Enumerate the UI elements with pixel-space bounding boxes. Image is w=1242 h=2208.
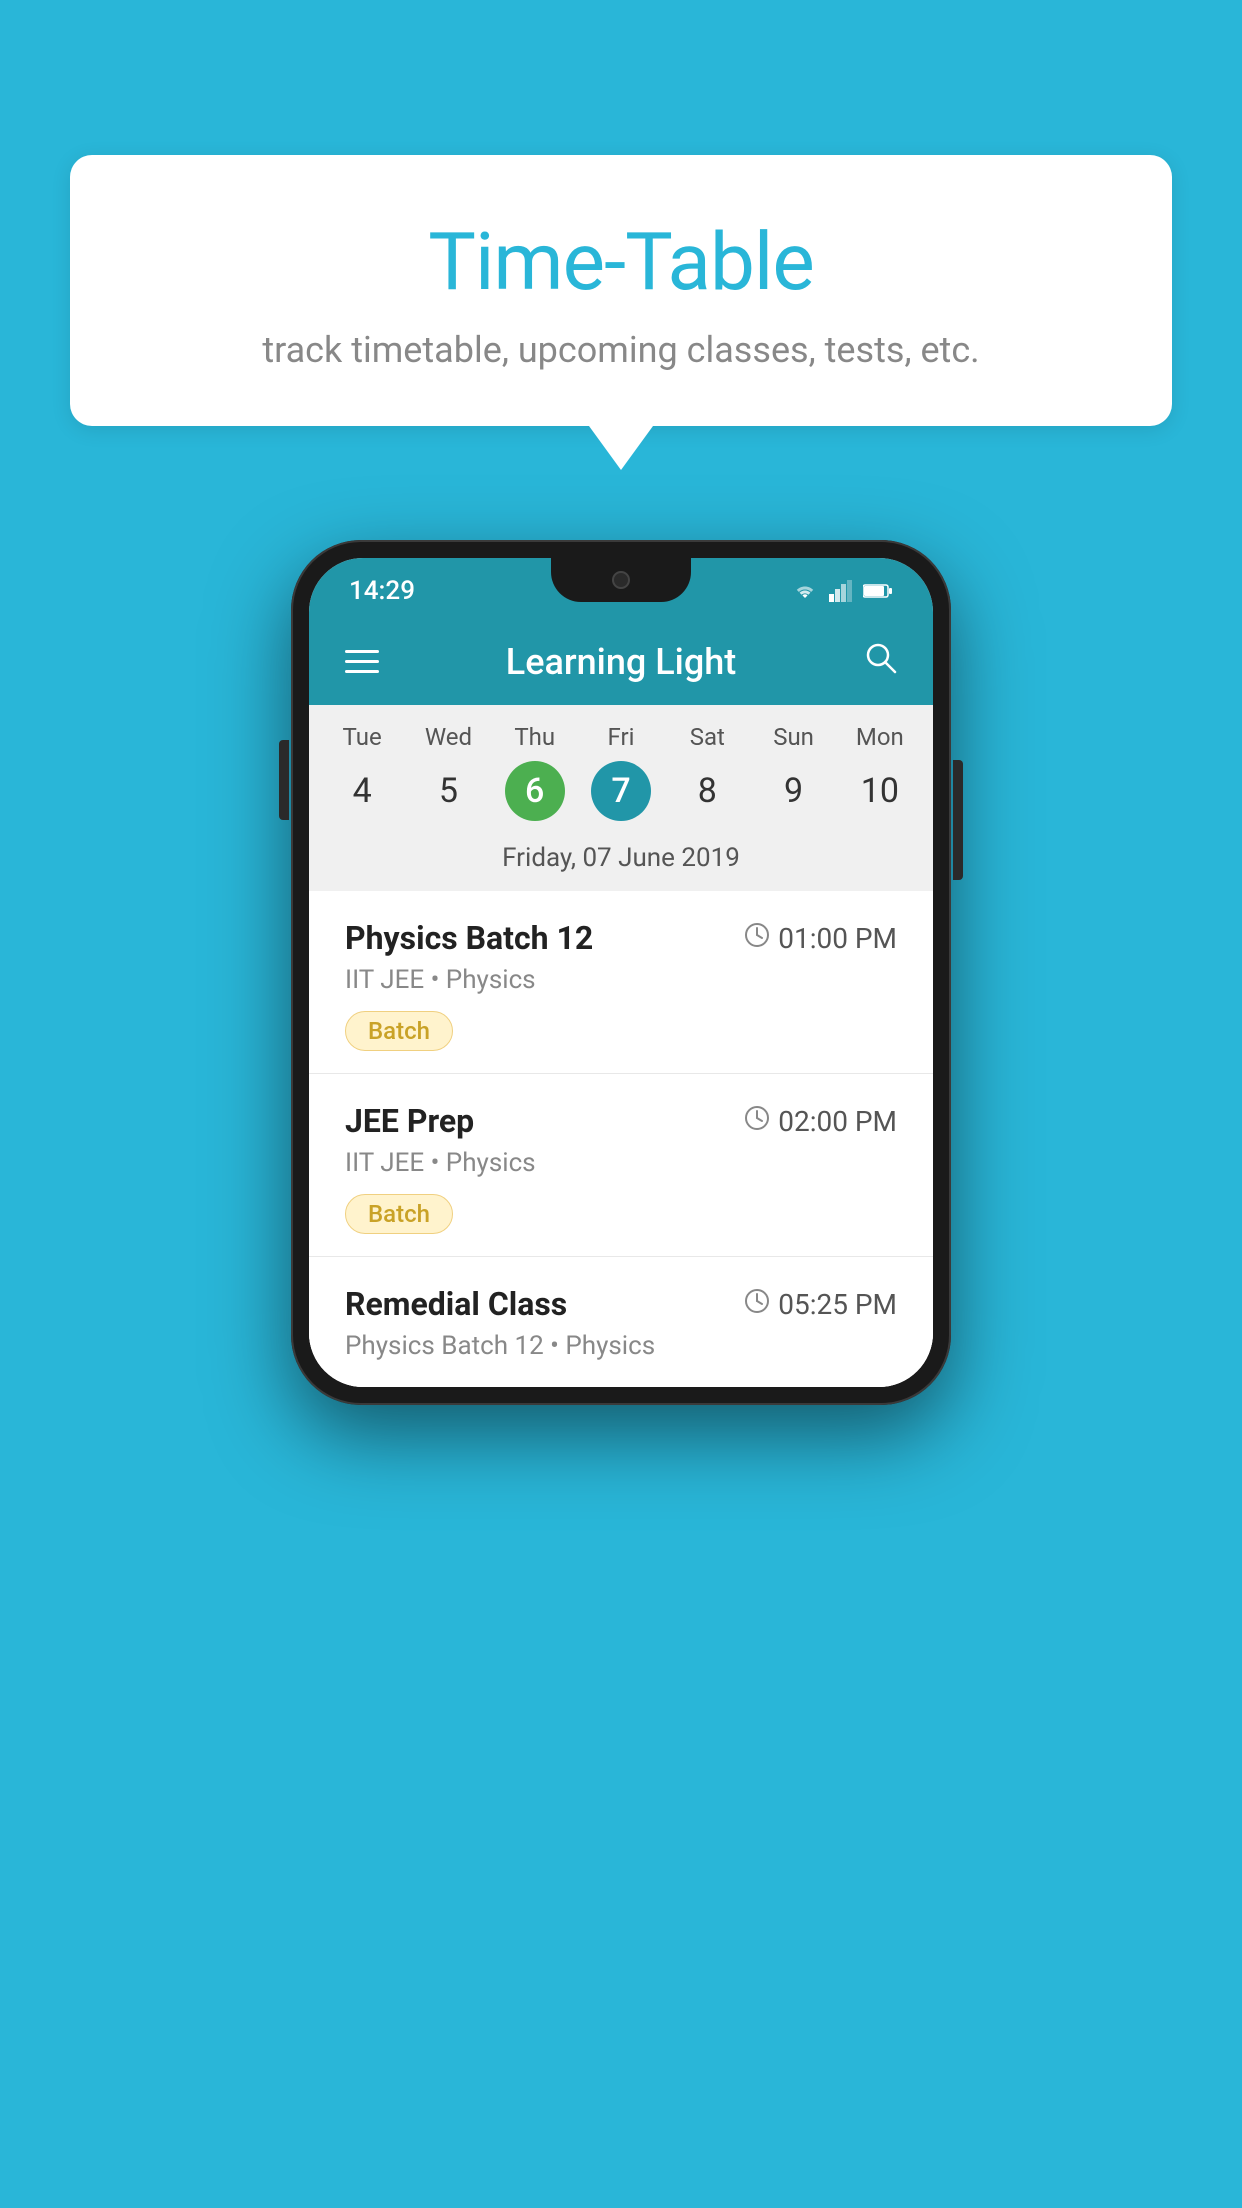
phone-outer-shell: 14:29 [291,540,951,1405]
schedule-item-1-header: Physics Batch 12 01:00 PM [345,919,897,957]
schedule-item-1-title: Physics Batch 12 [345,919,593,957]
day-header-fri: Fri [578,723,664,751]
app-title: Learning Light [506,641,736,683]
clock-icon-1 [744,922,770,955]
schedule-item-2[interactable]: JEE Prep 02:00 PM [309,1074,933,1257]
clock-icon-2 [744,1105,770,1138]
search-icon[interactable] [863,640,897,683]
day-header-sat: Sat [664,723,750,751]
schedule-item-3[interactable]: Remedial Class 05:25 PM [309,1257,933,1387]
schedule-item-2-subtitle: IIT JEE • Physics [345,1148,897,1178]
schedule-item-2-time-text: 02:00 PM [778,1105,897,1138]
bubble-title: Time-Table [120,215,1122,309]
day-8[interactable]: 8 [677,761,737,821]
status-icons [791,580,893,602]
hamburger-line-2 [345,660,379,663]
app-bar: Learning Light [309,618,933,705]
schedule-item-1-time: 01:00 PM [744,922,897,955]
clock-icon-3 [744,1288,770,1321]
day-10[interactable]: 10 [850,761,910,821]
schedule-item-1-time-text: 01:00 PM [778,922,897,955]
calendar-strip: Tue Wed Thu Fri Sat Sun Mon 4 5 6 7 8 9 … [309,705,933,891]
day-5[interactable]: 5 [418,761,478,821]
schedule-item-3-time-text: 05:25 PM [778,1288,897,1321]
day-header-tue: Tue [319,723,405,751]
phone-notch [551,558,691,602]
battery-icon [863,583,893,599]
calendar-date-label: Friday, 07 June 2019 [319,833,923,891]
day-header-mon: Mon [837,723,923,751]
signal-icon [829,580,853,602]
day-numbers: 4 5 6 7 8 9 10 [319,761,923,821]
camera-dot [612,571,630,589]
hamburger-line-3 [345,670,379,673]
schedule-item-2-time: 02:00 PM [744,1105,897,1138]
status-bar: 14:29 [309,558,933,618]
schedule-list: Physics Batch 12 01:00 PM [309,891,933,1387]
hamburger-menu-button[interactable] [345,650,379,673]
day-9[interactable]: 9 [764,761,824,821]
day-header-wed: Wed [405,723,491,751]
schedule-item-3-subtitle: Physics Batch 12 • Physics [345,1331,897,1361]
day-4[interactable]: 4 [332,761,392,821]
speech-bubble-tail [589,426,653,470]
schedule-item-2-title: JEE Prep [345,1102,474,1140]
schedule-item-2-header: JEE Prep 02:00 PM [345,1102,897,1140]
day-headers: Tue Wed Thu Fri Sat Sun Mon [319,723,923,751]
hamburger-line-1 [345,650,379,653]
phone-screen: 14:29 [309,558,933,1387]
day-6-today[interactable]: 6 [505,761,565,821]
day-7-selected[interactable]: 7 [591,761,651,821]
schedule-item-2-badge: Batch [345,1194,453,1234]
schedule-item-3-header: Remedial Class 05:25 PM [345,1285,897,1323]
status-time: 14:29 [349,576,415,606]
schedule-item-1[interactable]: Physics Batch 12 01:00 PM [309,891,933,1074]
schedule-item-3-time: 05:25 PM [744,1288,897,1321]
phone-mockup: 14:29 [291,540,951,1405]
speech-bubble-card: Time-Table track timetable, upcoming cla… [70,155,1172,426]
day-header-thu: Thu [492,723,578,751]
wifi-icon [791,580,819,602]
speech-bubble-section: Time-Table track timetable, upcoming cla… [70,155,1172,470]
bubble-subtitle: track timetable, upcoming classes, tests… [120,329,1122,371]
schedule-item-1-badge: Batch [345,1011,453,1051]
day-header-sun: Sun [750,723,836,751]
schedule-item-1-subtitle: IIT JEE • Physics [345,965,897,995]
schedule-item-3-title: Remedial Class [345,1285,567,1323]
